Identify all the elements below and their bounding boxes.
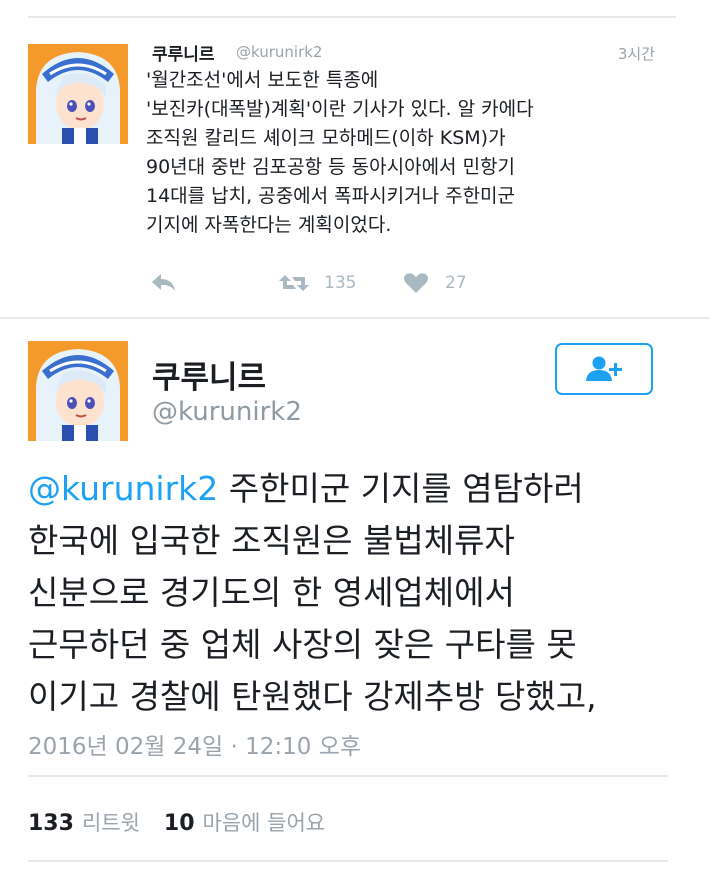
tweet-text-line: 기지에 자폭한다는 계획이었다. [146,214,392,236]
tweet-stats: 133 리트윗 10 마음에 들어요 [28,807,349,837]
like-count: 27 [445,273,467,293]
reply-icon [152,274,175,291]
tweet-text-line: 신분으로 경기도의 한 영세업체에서 [28,573,515,612]
retweet-total[interactable]: 133 [28,811,74,836]
tweet-text: @kurunirk2 주한미군 기지를 염탐하러 한국에 입국한 조직원은 불법… [28,463,688,723]
mention-link[interactable]: @kurunirk2 [28,469,218,508]
author-name[interactable]: 쿠루니르 [152,352,266,397]
tweet-text-line: 한국에 입국한 조직원은 불법체류자 [28,521,515,560]
stats-divider [28,860,668,862]
tweet-timestamp[interactable]: 2016년 02월 24일 · 12:10 오후 [28,727,361,761]
avatar-image [28,44,128,144]
timestamp-divider [28,775,668,777]
tweet-text-line: '보진카(대폭발)계획'이란 기사가 있다. 알 카에다 [146,98,534,120]
avatar[interactable] [28,341,128,441]
tweet-divider [0,317,710,319]
tweet-text-line: 이기고 경찰에 탄원했다 강제추방 당했고, [28,677,597,716]
heart-icon [404,273,428,293]
author-name[interactable]: 쿠루니르 [152,40,215,65]
top-divider [28,16,676,18]
tweet-time[interactable]: 3시간 [618,43,655,64]
tweet-text-line: @kurunirk2 주한미군 기지를 염탐하러 [28,463,688,515]
follow-button[interactable] [555,343,653,395]
author-handle[interactable]: @kurunirk2 [236,43,322,61]
tweet-text: '월간조선'에서 보도한 특종에 '보진카(대폭발)계획'이란 기사가 있다. … [146,66,646,240]
tweet-text-line: 14대를 납치, 공중에서 폭파시키거나 주한미군 [146,185,516,207]
tweet-text-line: '월간조선'에서 보도한 특종에 [146,69,379,91]
tweet-text-line: 90년대 중반 김포공항 등 동아시아에서 민항기 [146,156,516,178]
tweet-text-segment: 주한미군 기지를 염탐하러 [218,469,584,508]
like-label[interactable]: 마음에 들어요 [203,807,326,837]
follow-user-icon [586,356,622,381]
retweet-count: 135 [324,273,357,293]
like-button[interactable]: 27 [403,272,467,294]
retweet-button[interactable]: 135 [278,272,356,294]
avatar[interactable] [28,44,128,144]
retweet-icon [279,275,309,291]
author-handle[interactable]: @kurunirk2 [152,397,302,427]
tweet-text-line: 조직원 칼리드 셰이크 모하메드(이하 KSM)가 [146,127,506,149]
tweet-text-line: 근무하던 중 업체 사장의 잦은 구타를 못 [28,625,577,664]
avatar-image [28,341,128,441]
reply-button[interactable] [150,272,178,294]
like-total[interactable]: 10 [164,811,195,836]
retweet-label[interactable]: 리트윗 [82,807,140,837]
